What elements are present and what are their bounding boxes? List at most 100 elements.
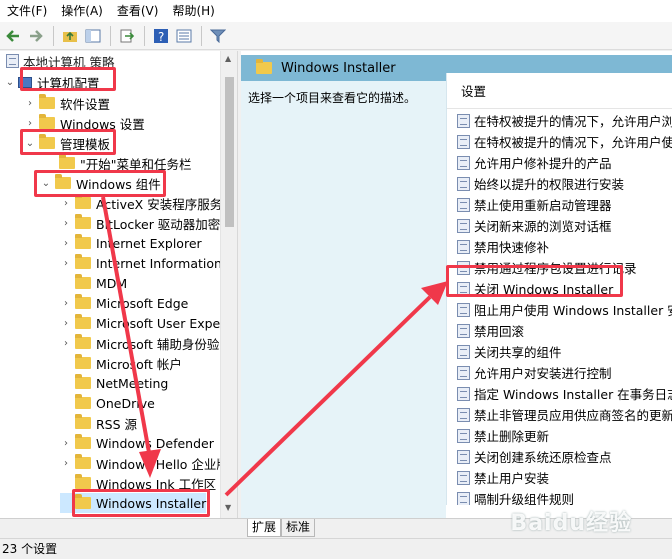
list-item[interactable]: 禁止删除更新 — [457, 425, 549, 446]
chevron-right-icon[interactable]: › — [24, 118, 36, 129]
settings-list[interactable]: 设置 在特权被提升的情况下，允许用户浏览 在特权被提升的情况下，允许用户使用 允… — [446, 73, 672, 505]
tree-item[interactable]: › Microsoft Edge — [60, 293, 188, 313]
properties-icon[interactable] — [173, 25, 195, 47]
list-item[interactable]: 在特权被提升的情况下，允许用户使用 — [457, 131, 672, 152]
menu-file[interactable]: 文件(F) — [0, 0, 54, 22]
tree-item[interactable]: › Internet Information — [60, 253, 222, 273]
up-folder-icon[interactable] — [59, 25, 81, 47]
list-item-label: 始终以提升的权限进行安装 — [474, 177, 625, 192]
scroll-down-icon[interactable]: ▼ — [225, 503, 231, 512]
list-item-label: 嗝制升级组件规则 — [474, 492, 575, 505]
column-header-setting[interactable]: 设置 — [447, 73, 672, 109]
tree-item[interactable]: OneDrive — [60, 393, 155, 413]
list-item-label: 允许用户对安装进行控制 — [474, 366, 612, 381]
list-item[interactable]: 允许用户修补提升的产品 — [457, 152, 612, 173]
chevron-right-icon[interactable]: › — [60, 458, 72, 469]
list-item[interactable]: 在特权被提升的情况下，允许用户浏览 — [457, 110, 672, 131]
tree-scrollbar[interactable]: ▲ ▼ — [220, 51, 237, 518]
tree-item[interactable]: › Internet Explorer — [60, 233, 202, 253]
tree-item-start-menu[interactable]: "开始"菜单和任务栏 — [44, 153, 192, 173]
menu-help[interactable]: 帮助(H) — [165, 0, 221, 22]
list-item[interactable]: 禁止使用重新启动管理器 — [457, 194, 612, 215]
chevron-right-icon[interactable]: › — [60, 298, 72, 309]
chevron-right-icon[interactable]: › — [60, 198, 72, 209]
tree-item[interactable]: Microsoft 帐户 — [60, 353, 182, 373]
tree-item[interactable]: › Windows Hello 企业版 — [60, 453, 229, 473]
tree-item[interactable]: RSS 源 — [60, 413, 137, 433]
list-item[interactable]: 允许用户对安装进行控制 — [457, 362, 612, 383]
filter-icon[interactable] — [207, 25, 229, 47]
setting-icon — [457, 491, 470, 505]
list-item-label: 关闭创建系统还原检查点 — [474, 450, 612, 465]
chevron-down-icon[interactable]: ⌄ — [4, 77, 16, 88]
list-item[interactable]: 禁用回滚 — [457, 320, 524, 341]
tree-item-windows-installer[interactable]: Windows Installer — [60, 493, 207, 513]
setting-icon — [457, 344, 470, 359]
list-item[interactable]: 阻止用户使用 Windows Installer 安装 — [457, 299, 672, 320]
tree-item[interactable]: › Windows Defender — [60, 433, 214, 453]
folder-icon — [75, 294, 91, 309]
tree-item-label: Windows Defender — [96, 435, 214, 451]
list-item[interactable]: 指定 Windows Installer 在事务日志 — [457, 383, 672, 404]
tree-item-admin-templates[interactable]: ⌄ 管理模板 — [24, 133, 110, 153]
chevron-right-icon[interactable]: › — [60, 318, 72, 329]
menu-view[interactable]: 查看(V) — [110, 0, 166, 22]
tree-item[interactable]: › Microsoft 辅助身份验 — [60, 333, 219, 353]
forward-icon[interactable] — [25, 25, 47, 47]
list-item-label: 阻止用户使用 Windows Installer 安装 — [474, 303, 672, 318]
folder-icon — [39, 114, 55, 129]
scroll-up-icon[interactable]: ▲ — [225, 54, 231, 63]
list-item[interactable]: 关闭创建系统还原检查点 — [457, 446, 612, 467]
list-item[interactable]: 始终以提升的权限进行安装 — [457, 173, 624, 194]
list-item[interactable]: 禁用通过程序包设置进行记录 — [457, 257, 637, 278]
chevron-right-icon[interactable]: › — [60, 238, 72, 249]
tab-extended[interactable]: 扩展 — [247, 519, 282, 537]
setting-icon — [457, 260, 470, 275]
tree-item[interactable]: Windows Ink 工作区 — [60, 473, 216, 493]
scroll-thumb[interactable] — [225, 77, 234, 227]
back-icon[interactable] — [2, 25, 24, 47]
tree-item[interactable]: › Microsoft User Expe — [60, 313, 220, 333]
tree-item-computer-config[interactable]: ⌄ 计算机配置 — [4, 72, 100, 92]
tree-item[interactable]: NetMeeting — [60, 373, 168, 393]
list-item[interactable]: 嗝制升级组件规则 — [457, 488, 574, 505]
tree-item-label: 计算机配置 — [37, 75, 100, 91]
list-item-label: 禁止非管理员应用供应商签名的更新 — [474, 408, 672, 423]
setting-icon — [457, 428, 470, 443]
export-list-icon[interactable] — [116, 25, 138, 47]
list-item[interactable]: 禁止非管理员应用供应商签名的更新 — [457, 404, 672, 425]
chevron-right-icon[interactable]: › — [60, 438, 72, 449]
setting-icon — [457, 386, 470, 401]
list-item[interactable]: 禁用快速修补 — [457, 236, 549, 257]
setting-icon — [457, 449, 470, 464]
list-item-label: 禁用快速修补 — [474, 240, 550, 255]
list-item[interactable]: 关闭新来源的浏览对话框 — [457, 215, 612, 236]
chevron-right-icon[interactable]: › — [60, 218, 72, 229]
details-pane: Windows Installer 选择一个项目来查看它的描述。 设置 在特权被… — [241, 51, 672, 518]
chevron-right-icon[interactable]: › — [24, 98, 36, 109]
list-item[interactable]: 关闭共享的组件 — [457, 341, 562, 362]
tree-item-label: ActiveX 安装程序服务 — [96, 196, 223, 212]
list-item[interactable]: 禁止用户安装 — [457, 467, 549, 488]
watermark-logo: Baidu经验 — [510, 511, 632, 536]
tree-item-software-settings[interactable]: › 软件设置 — [24, 93, 110, 113]
help-icon[interactable]: ? — [150, 25, 172, 47]
chevron-down-icon[interactable]: ⌄ — [24, 138, 36, 149]
tree-item[interactable]: MDM — [60, 273, 127, 293]
tree-pane[interactable]: 本地计算机 策略 ⌄ 计算机配置 › 软件设置 › Windows 设置 ⌄ 管… — [0, 51, 238, 518]
chevron-right-icon[interactable]: › — [60, 258, 72, 269]
show-tree-icon[interactable] — [82, 25, 104, 47]
chevron-right-icon[interactable]: › — [60, 338, 72, 349]
tree-item[interactable]: › ActiveX 安装程序服务 — [60, 193, 222, 213]
list-item-close-windows-installer[interactable]: 关闭 Windows Installer — [457, 278, 613, 299]
toolbar-separator — [144, 25, 145, 46]
tab-standard[interactable]: 标准 — [281, 519, 316, 537]
tree-item-label: 管理模板 — [60, 136, 111, 152]
chevron-down-icon[interactable]: ⌄ — [40, 178, 52, 189]
tree-item-windows-settings[interactable]: › Windows 设置 — [24, 113, 145, 133]
menu-action[interactable]: 操作(A) — [54, 0, 110, 22]
folder-icon — [75, 254, 91, 269]
tree-item-windows-components[interactable]: ⌄ Windows 组件 — [40, 173, 161, 193]
tree-root[interactable]: 本地计算机 策略 — [4, 51, 114, 71]
tree-item[interactable]: › BitLocker 驱动器加密 — [60, 213, 220, 233]
